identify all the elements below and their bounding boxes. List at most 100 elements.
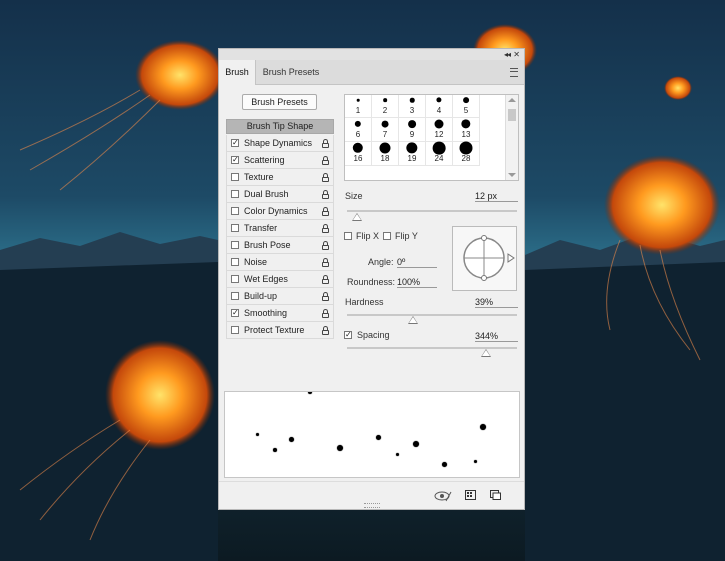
hardness-value[interactable]: 39% <box>475 296 518 308</box>
option-row[interactable]: ✓ Scattering <box>226 152 334 169</box>
preview-dot <box>474 460 477 463</box>
lock-icon[interactable] <box>322 139 329 148</box>
brush-tip-cell[interactable]: 12 <box>426 115 453 142</box>
spacing-checkbox[interactable]: ✓ <box>344 331 352 339</box>
panel-title-bar[interactable]: ◂◂ ✕ <box>219 49 524 60</box>
hardness-slider-thumb[interactable] <box>408 316 419 324</box>
option-row[interactable]: Brush Pose <box>226 237 334 254</box>
angle-dial-icon[interactable] <box>453 227 516 290</box>
option-row[interactable]: Texture <box>226 169 334 186</box>
brush-tip-cell[interactable]: 19 <box>399 139 426 166</box>
brush-tip-cell[interactable]: 24 <box>426 139 453 166</box>
option-checkbox[interactable] <box>231 207 239 215</box>
tab-brush[interactable]: Brush <box>219 60 256 85</box>
option-checkbox[interactable] <box>231 258 239 266</box>
preview-dot <box>308 392 312 394</box>
lock-icon[interactable] <box>322 258 329 267</box>
brush-tip-cell[interactable]: 28 <box>453 139 480 166</box>
brush-tip-shape <box>408 120 416 128</box>
option-row[interactable]: Color Dynamics <box>226 203 334 220</box>
brush-tip-size: 5 <box>463 106 469 115</box>
size-slider-track[interactable] <box>347 210 517 212</box>
size-slider-thumb[interactable] <box>352 213 363 221</box>
brush-tip-cell[interactable]: 18 <box>372 139 399 166</box>
lock-icon[interactable] <box>322 224 329 233</box>
option-checkbox[interactable] <box>231 173 239 181</box>
brush-tip-shape <box>463 97 469 103</box>
panel-menu-icon[interactable] <box>510 68 518 77</box>
brush-tip-shape-item[interactable]: Brush Tip Shape <box>226 119 334 134</box>
brush-presets-button[interactable]: Brush Presets <box>242 94 317 110</box>
brush-tip-shape <box>356 98 360 102</box>
option-row[interactable]: ✓ Shape Dynamics <box>226 135 334 152</box>
brush-tip-cell[interactable]: 16 <box>345 139 372 166</box>
option-checkbox[interactable]: ✓ <box>231 156 239 164</box>
spacing-value[interactable]: 344% <box>475 330 518 342</box>
option-checkbox[interactable] <box>231 190 239 198</box>
tab-brush-presets[interactable]: Brush Presets <box>256 60 326 84</box>
brush-tip-shape <box>434 119 444 129</box>
option-row[interactable]: Noise <box>226 254 334 271</box>
brush-grid-icon[interactable] <box>465 490 476 500</box>
preview-dot <box>376 435 381 440</box>
option-row[interactable]: Dual Brush <box>226 186 334 203</box>
lock-icon[interactable] <box>322 207 329 216</box>
collapse-icon[interactable]: ◂◂ <box>504 49 511 60</box>
lock-icon[interactable] <box>322 275 329 284</box>
lock-icon[interactable] <box>322 326 329 335</box>
option-label: Texture <box>244 172 274 182</box>
panel-resize-grip[interactable] <box>364 503 380 508</box>
lock-icon[interactable] <box>322 173 329 182</box>
option-checkbox[interactable] <box>231 275 239 283</box>
brush-panel: ◂◂ ✕ Brush Brush Presets Brush Presets B… <box>218 48 525 510</box>
option-row[interactable]: Wet Edges <box>226 271 334 288</box>
brush-tip-scrollbar[interactable] <box>505 95 518 180</box>
option-row[interactable]: Transfer <box>226 220 334 237</box>
hardness-slider-track[interactable] <box>347 314 517 316</box>
lock-icon[interactable] <box>322 309 329 318</box>
brush-tip-shape <box>461 119 471 129</box>
brush-tip-size: 9 <box>409 130 415 139</box>
brush-tip-size: 7 <box>382 130 388 139</box>
option-label: Transfer <box>244 223 278 233</box>
brush-tip-cell[interactable]: 7 <box>372 115 399 142</box>
scroll-thumb[interactable] <box>508 109 516 121</box>
option-label: Dual Brush <box>244 189 289 199</box>
option-checkbox[interactable]: ✓ <box>231 309 239 317</box>
option-checkbox[interactable]: ✓ <box>231 139 239 147</box>
create-new-brush-icon[interactable] <box>490 490 501 500</box>
brush-angle-widget[interactable] <box>452 226 517 291</box>
lock-icon[interactable] <box>322 156 329 165</box>
brush-tip-grid[interactable]: 1 2 3 4 5 6 7 9 12 13 16 18 19 24 28 <box>344 94 519 181</box>
lock-icon[interactable] <box>322 241 329 250</box>
close-icon[interactable]: ✕ <box>513 49 520 60</box>
spacing-slider-track[interactable] <box>347 347 517 349</box>
spacing-slider-thumb[interactable] <box>481 349 492 357</box>
option-checkbox[interactable] <box>231 241 239 249</box>
option-row[interactable]: ✓ Smoothing <box>226 305 334 322</box>
option-row[interactable]: Protect Texture <box>226 322 334 339</box>
option-checkbox[interactable] <box>231 292 239 300</box>
lock-icon[interactable] <box>322 292 329 301</box>
scroll-up-icon[interactable] <box>508 98 516 102</box>
option-checkbox[interactable] <box>231 224 239 232</box>
roundness-value[interactable]: 100% <box>397 276 437 288</box>
lock-icon[interactable] <box>322 190 329 199</box>
brush-tip-cell[interactable]: 13 <box>453 115 480 142</box>
option-label: Noise <box>244 257 268 267</box>
brush-tip-cell[interactable]: 9 <box>399 115 426 142</box>
flip-y-checkbox[interactable] <box>383 232 391 240</box>
option-row[interactable]: Build-up <box>226 288 334 305</box>
angle-value[interactable]: 0º <box>397 256 437 268</box>
scroll-down-icon[interactable] <box>508 173 516 177</box>
preview-dot <box>480 424 486 430</box>
option-label: Scattering <box>244 155 285 165</box>
brush-tip-shape <box>354 120 362 128</box>
brush-tip-size: 28 <box>461 154 471 163</box>
flip-x-checkbox[interactable] <box>344 232 352 240</box>
size-value[interactable]: 12 px <box>475 190 518 202</box>
toggle-live-tip-preview-icon[interactable] <box>434 490 452 502</box>
brush-tip-cell[interactable]: 6 <box>345 115 372 142</box>
flip-x-label: Flip X <box>356 231 380 241</box>
option-checkbox[interactable] <box>231 326 239 334</box>
